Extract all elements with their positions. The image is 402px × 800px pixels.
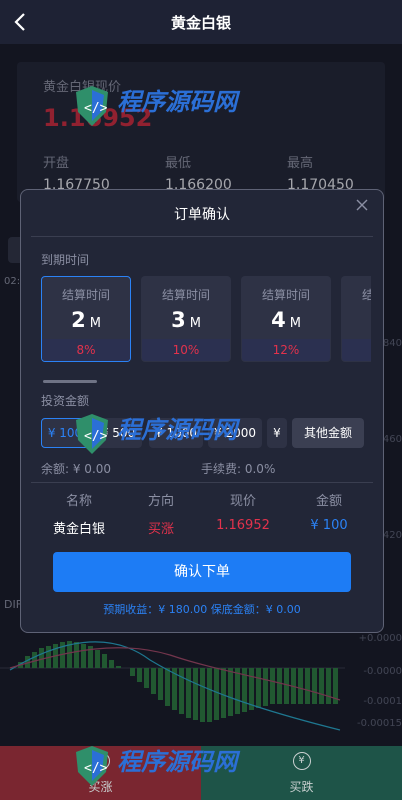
close-button[interactable]	[353, 196, 371, 214]
yen-icon: ¥	[91, 752, 110, 770]
buy-up-button[interactable]: ¥ 买涨	[0, 746, 201, 800]
dialog-title: 订单确认	[174, 207, 230, 223]
expiry-title: 结算时间	[261, 288, 310, 302]
confirm-order-button[interactable]: 确认下单	[53, 552, 351, 592]
expiry-duration: 3M	[171, 308, 201, 332]
amount-option-partial[interactable]: ¥	[267, 418, 287, 448]
trade-bar: ¥ 买涨 ¥ 买跌	[0, 746, 402, 800]
expiry-duration: 2M	[71, 308, 101, 332]
expiry-title: 结算时间	[161, 288, 210, 302]
expiry-rate	[342, 339, 371, 361]
divider	[31, 236, 373, 237]
balance-text: 余额: ¥ 0.00	[41, 462, 112, 476]
yen-icon: ¥	[292, 752, 311, 770]
order-price: 1.16952	[216, 518, 270, 533]
expiry-option-partial[interactable]: 结	[341, 276, 371, 362]
expiry-option-3m[interactable]: 结算时间 3M 10%	[141, 276, 231, 362]
page: 黄金白银 黄金白银现价 1.16952 开盘 最低 最高 1.167750 1.…	[0, 0, 402, 800]
amount-label: 投资金额	[41, 394, 90, 408]
expiry-rate: 8%	[42, 339, 130, 361]
header: 黄金白银	[0, 0, 402, 44]
amount-option-2000[interactable]: ¥ 2000	[208, 418, 262, 448]
amount-option-500[interactable]: ¥ 500	[94, 418, 142, 448]
other-amount-button[interactable]: 其他金额	[292, 418, 364, 448]
table-header-direction: 方向	[147, 494, 174, 509]
buy-up-label: 买涨	[88, 780, 113, 794]
page-title: 黄金白银	[170, 14, 231, 32]
expiry-option-4m[interactable]: 结算时间 4M 12%	[241, 276, 331, 362]
amount-options: ¥ 100 ¥ 500 ¥ 1000 ¥ 2000 ¥ 其他金额	[41, 418, 371, 448]
order-direction: 买涨	[147, 522, 174, 537]
order-amount: ¥ 100	[310, 518, 348, 533]
buy-down-button[interactable]: ¥ 买跌	[201, 746, 402, 800]
expiry-rate: 10%	[142, 339, 230, 361]
expiry-option-2m[interactable]: 结算时间 2M 8%	[41, 276, 131, 362]
expiry-duration: 4M	[271, 308, 301, 332]
divider	[31, 482, 373, 483]
order-confirm-dialog: 订单确认 到期时间 结算时间 2M 8% 结算时间 3M 10% 结算时间 4M…	[20, 189, 384, 633]
amount-option-1000[interactable]: ¥ 1000	[149, 418, 203, 448]
buy-down-label: 买跌	[289, 780, 314, 794]
expiry-options: 结算时间 2M 8% 结算时间 3M 10% 结算时间 4M 12% 结	[41, 276, 371, 362]
table-header-amount: 金额	[315, 494, 342, 509]
table-header-name: 名称	[65, 494, 92, 509]
close-icon	[356, 199, 368, 211]
expiry-title: 结	[342, 286, 371, 303]
expiry-title: 结算时间	[61, 288, 110, 302]
fee-text: 手续费: 0.0%	[201, 462, 276, 476]
expected-return-summary: 预期收益：¥ 180.00 保底金额：¥ 0.00	[103, 603, 301, 616]
expiry-label: 到期时间	[41, 253, 90, 267]
order-name: 黄金白银	[52, 522, 105, 537]
expiry-rate: 12%	[242, 339, 330, 361]
amount-option-100[interactable]: ¥ 100	[41, 418, 89, 448]
scroll-indicator[interactable]	[43, 380, 97, 383]
table-header-price: 现价	[229, 494, 256, 509]
